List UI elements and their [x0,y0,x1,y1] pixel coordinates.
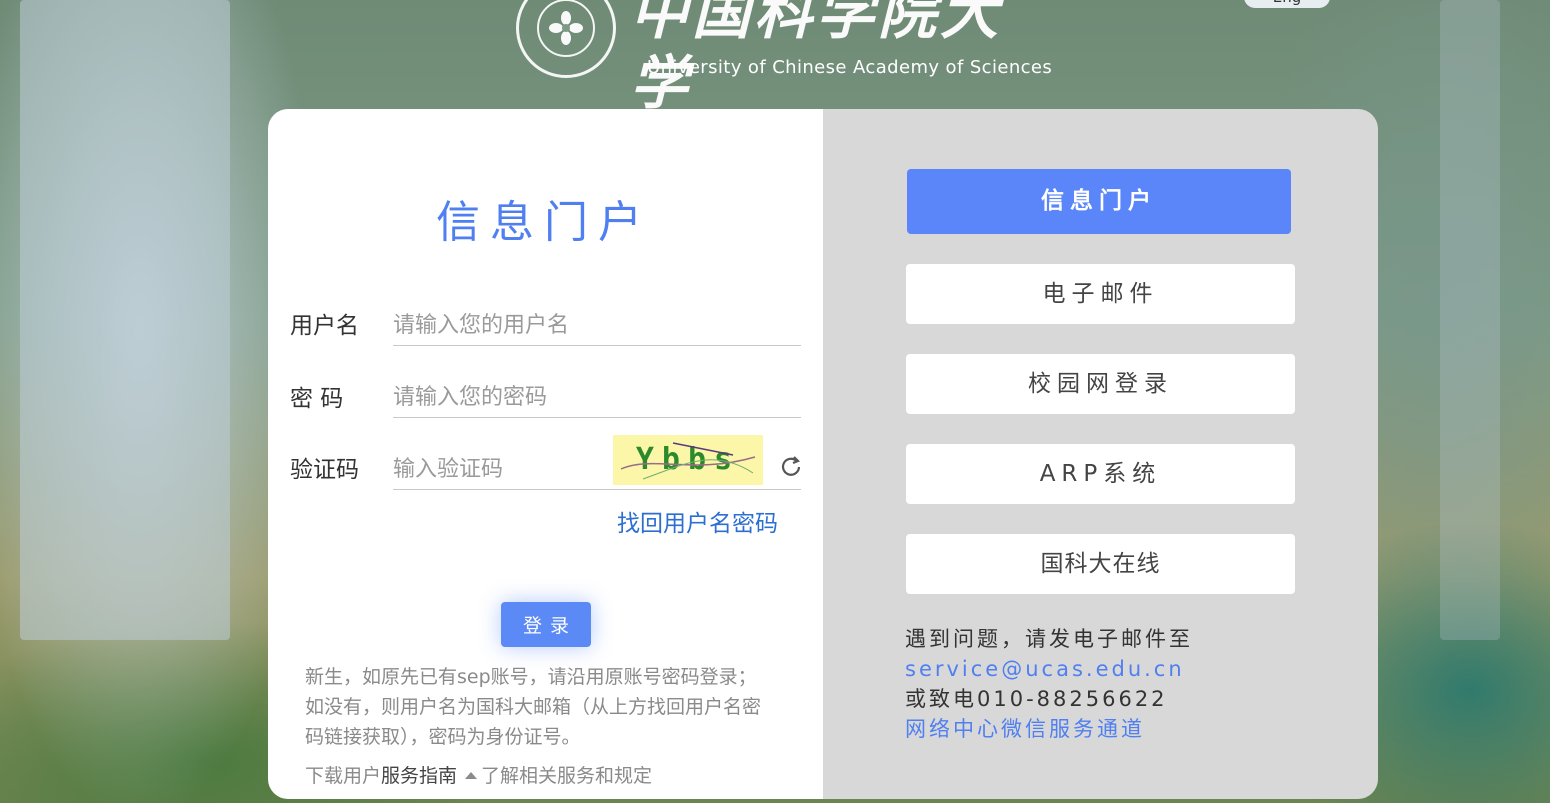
forgot-password-link[interactable]: 找回用户名密码 [617,509,778,539]
service-guide-link[interactable]: 服务指南 [381,765,457,787]
support-phone: 或致电010-88256622 [905,687,1168,711]
language-toggle-button[interactable]: Eng [1244,0,1330,8]
help-text: 遇到问题，请发电子邮件至 [905,627,1193,651]
guide-suffix: 了解相关服务和规定 [481,765,653,787]
background-tree-trunk [20,0,230,640]
quick-links-section: 信息门户 电子邮件 校园网登录 ARP系统 国科大在线 遇到问题，请发电子邮件至… [823,109,1378,799]
support-email-link[interactable]: service@ucas.edu.cn [905,654,1193,684]
username-input[interactable] [393,305,801,346]
university-seal-icon [516,0,616,78]
password-label: 密 码 [290,386,344,412]
caret-up-icon [465,771,478,779]
login-button[interactable]: 登录 [501,602,591,647]
refresh-captcha-icon[interactable] [778,454,804,480]
nav-ucas-online-button[interactable]: 国科大在线 [906,534,1295,594]
username-label: 用户名 [290,313,359,339]
wechat-service-link[interactable]: 网络中心微信服务通道 [905,714,1193,744]
nav-campus-network-button[interactable]: 校园网登录 [906,354,1295,414]
nav-email-button[interactable]: 电子邮件 [906,264,1295,324]
help-contact: 遇到问题，请发电子邮件至 service@ucas.edu.cn 或致电010-… [905,624,1193,744]
university-logo: 中国科学院大学 University of Chinese Academy of… [512,0,1053,117]
new-student-notice: 新生，如原先已有sep账号，请沿用原账号密码登录；如没有，则用户名为国科大邮箱（… [305,666,762,748]
login-panel: 信息门户 用户名 密 码 验证码 Ybbs 找回用户名密码 登录 新生，如原先已… [268,109,1378,799]
captcha-label: 验证码 [290,457,359,483]
flower-emblem-icon [549,11,583,45]
password-input[interactable] [393,377,801,418]
guide-prefix: 下载用户 [305,765,382,787]
logo-english-name: University of Chinese Academy of Science… [647,57,1053,78]
background-fence-post [1440,0,1500,640]
captcha-image[interactable]: Ybbs [613,435,763,485]
service-guide-line: 下载用户服务指南 了解相关服务和规定 [305,761,652,791]
page-title: 信息门户 [436,197,652,248]
login-form-section: 信息门户 用户名 密 码 验证码 Ybbs 找回用户名密码 登录 新生，如原先已… [268,109,823,799]
nav-info-portal-button[interactable]: 信息门户 [907,169,1291,234]
nav-arp-system-button[interactable]: ARP系统 [906,444,1295,504]
